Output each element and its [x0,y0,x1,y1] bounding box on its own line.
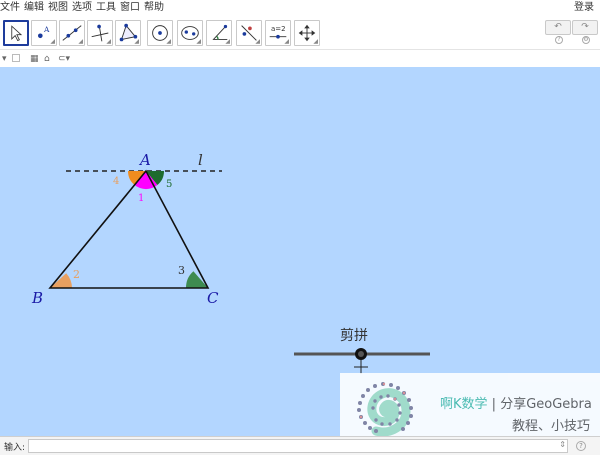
conic-tool-button[interactable]: ◢ [177,20,203,46]
watermark: 啊K数学 | 分享GeoGebra 教程、小技巧 [340,373,600,436]
menu-file[interactable]: 文件 [0,0,24,16]
move-tool-button[interactable] [3,20,29,46]
polygon-tool-button[interactable]: ◢ [115,20,141,46]
menu-edit[interactable]: 编辑 [24,0,48,16]
point-tool-button[interactable]: A ◢ [31,20,57,46]
angle-5-label: 5 [166,179,173,190]
point-c-label: C [207,289,219,307]
menu-bar: 文件 编辑 视图 选项 工具 窗口 帮助 登录 [0,0,600,16]
angle-3-label: 3 [178,264,185,277]
watermark-brand: 啊K数学 [440,397,488,412]
watermark-separator: | [487,397,501,412]
point-capturing-icon[interactable]: ⊂▾ [58,54,70,64]
login-link[interactable]: 登录 [574,0,594,16]
reflect-tool-button[interactable]: ◢ [236,20,262,46]
help-icon[interactable]: ? [555,36,563,44]
menu-view[interactable]: 视图 [48,0,72,16]
angle-4-label: 4 [113,176,120,187]
angle-tool-button[interactable]: ◢ [206,20,232,46]
undo-button[interactable]: ↶ [545,20,571,35]
input-field[interactable] [28,439,568,453]
settings-icon[interactable]: ⚙ [582,36,590,44]
circle-tool-button[interactable]: ◢ [147,20,173,46]
menu-options[interactable]: 选项 [72,0,96,16]
menu-help[interactable]: 帮助 [144,0,168,16]
arrow-pointer-icon [11,25,23,42]
angle-2-label: 2 [73,268,80,281]
toggle-stylebar-icon[interactable]: ▾ [2,54,7,64]
toolbar: A ◢ ◢ ◢ ◢ ◢ ◢ ◢ ◢ a=2 ◢ ◢ ↶ ↷ [0,17,600,50]
watermark-line1-rest: 分享GeoGebra [500,397,592,412]
move-graphics-view-tool-button[interactable]: ◢ [294,20,320,46]
input-help-icon[interactable]: ? [576,441,586,451]
input-dropdown-icon[interactable]: ⇕ [559,440,566,449]
input-bar: 输入: ⇕ ? [0,436,600,455]
grid-toggle-icon[interactable]: ▦ [30,54,39,64]
angle-1-label: 1 [138,193,145,204]
home-icon[interactable]: ⌂ [44,54,50,64]
svg-text:A: A [43,25,50,34]
menu-window[interactable]: 窗口 [120,0,144,16]
point-a-label: A [140,151,151,169]
line-l-label: l [198,151,203,169]
angle-3-sector[interactable] [185,271,208,288]
perpendicular-line-tool-button[interactable]: ◢ [87,20,113,46]
point-b-label: B [32,289,44,307]
watermark-line2: 教程、小技巧 [512,419,591,434]
menu-tools[interactable]: 工具 [96,0,120,16]
spiral-logo [357,382,413,436]
slider-label: 剪拼 [340,328,368,344]
slider-tool-button[interactable]: a=2 ◢ [265,20,291,46]
axes-toggle-icon[interactable] [12,54,20,62]
watermark-line1: 啊K数学 | 分享GeoGebra [440,393,592,412]
redo-button[interactable]: ↷ [572,20,598,35]
slider-icon-text: a=2 [271,25,286,33]
input-label: 输入: [4,443,26,453]
graphics-view[interactable]: A B C l 1 2 3 4 5 剪拼 啊K数学 | 分享GeoGebra 教… [0,67,600,436]
style-bar: ▾ ▦ ⌂ ⊂▾ [0,51,600,67]
line-tool-button[interactable]: ◢ [59,20,85,46]
